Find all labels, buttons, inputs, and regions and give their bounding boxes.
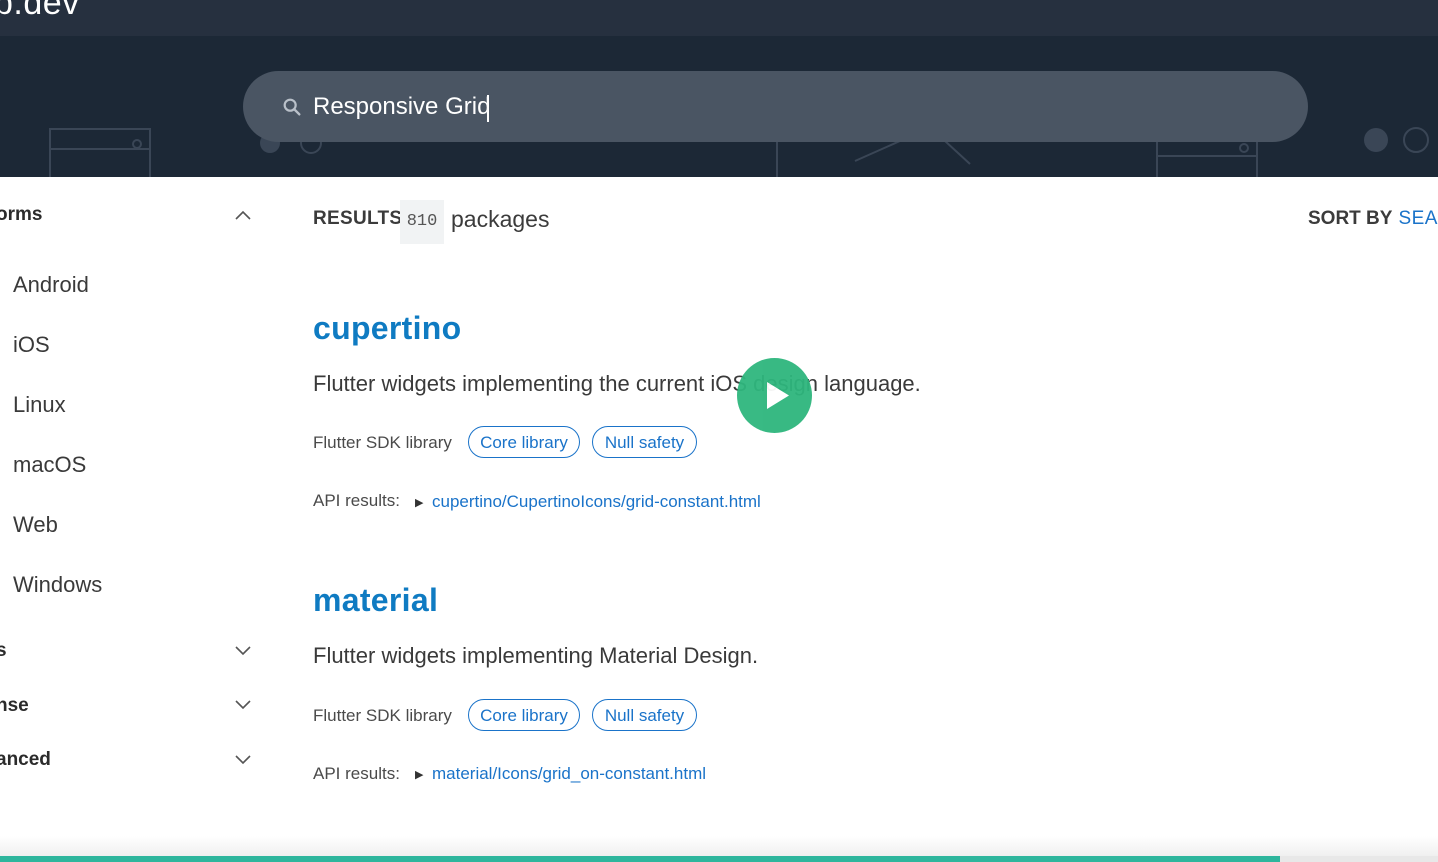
- package-title[interactable]: material: [313, 582, 438, 619]
- tag-core-library[interactable]: Core library: [468, 699, 580, 731]
- triangle-right-icon[interactable]: ▶: [415, 496, 423, 509]
- sort-value[interactable]: SEA: [1398, 208, 1438, 229]
- advanced-heading[interactable]: anced: [0, 749, 51, 771]
- triangle-right-icon[interactable]: ▶: [415, 768, 423, 781]
- video-play-button[interactable]: [737, 358, 812, 433]
- license-heading[interactable]: nse: [0, 695, 29, 717]
- platform-linux[interactable]: Linux: [13, 392, 66, 418]
- sdks-heading[interactable]: s: [0, 640, 7, 662]
- results-label: RESULTS: [313, 208, 403, 229]
- platform-windows[interactable]: Windows: [13, 572, 102, 598]
- sort-control[interactable]: SORT BY SEA: [1308, 208, 1438, 230]
- api-results-label: API results:: [313, 764, 400, 783]
- search-box[interactable]: [243, 71, 1308, 142]
- site-logo[interactable]: b.dev: [0, 0, 80, 23]
- chevron-down-icon[interactable]: [233, 644, 253, 656]
- package-library: Flutter SDK library: [313, 433, 452, 452]
- results-unit: packages: [451, 206, 550, 232]
- chevron-down-icon[interactable]: [233, 698, 253, 710]
- package-description: Flutter widgets implementing Material De…: [313, 643, 759, 668]
- tag-core-library[interactable]: Core library: [468, 426, 580, 458]
- results-count: 810: [400, 200, 444, 244]
- search-input[interactable]: [313, 89, 1213, 125]
- package-library: Flutter SDK library: [313, 706, 452, 725]
- platform-macos[interactable]: macOS: [13, 452, 86, 478]
- package-title[interactable]: cupertino: [313, 310, 461, 347]
- video-progress-fill: [0, 856, 1280, 862]
- platform-android[interactable]: Android: [13, 272, 89, 298]
- api-result-link[interactable]: cupertino/CupertinoIcons/grid-constant.h…: [432, 492, 761, 512]
- sort-label: SORT BY: [1308, 208, 1393, 229]
- tag-null-safety[interactable]: Null safety: [592, 426, 697, 458]
- play-icon: [767, 382, 789, 409]
- search-icon[interactable]: [281, 96, 303, 118]
- package-description: Flutter widgets implementing the current…: [313, 371, 921, 396]
- tag-null-safety[interactable]: Null safety: [592, 699, 697, 731]
- next-result-fade: [0, 836, 1438, 856]
- video-progress-bar[interactable]: [0, 856, 1438, 862]
- filter-sidebar: orms Android iOS Linux macOS Web Windows…: [0, 178, 270, 858]
- api-result-link[interactable]: material/Icons/grid_on-constant.html: [432, 764, 706, 784]
- chevron-up-icon[interactable]: [233, 209, 253, 221]
- chevron-down-icon[interactable]: [233, 753, 253, 765]
- text-cursor: [487, 95, 489, 122]
- platform-web[interactable]: Web: [13, 512, 58, 538]
- top-bar: b.dev: [0, 0, 1438, 36]
- api-results-label: API results:: [313, 491, 400, 510]
- platforms-heading[interactable]: orms: [0, 204, 42, 226]
- platform-ios[interactable]: iOS: [13, 332, 50, 358]
